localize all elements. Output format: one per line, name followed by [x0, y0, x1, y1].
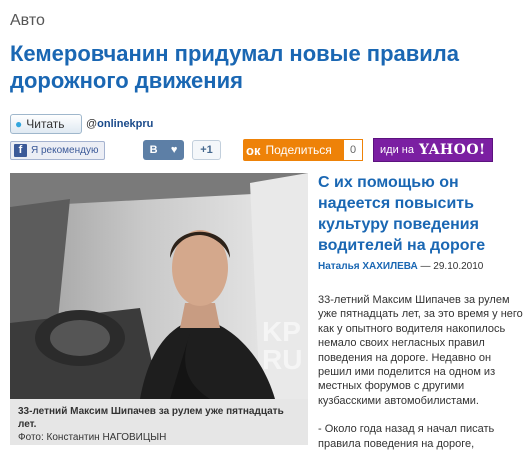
- twitter-handle[interactable]: @ onlinekpru: [86, 118, 153, 130]
- vk-icon: В: [149, 144, 158, 156]
- twitter-row: ● Читать @ onlinekpru: [10, 113, 153, 135]
- vk-like-count: +1: [192, 140, 221, 160]
- facebook-recommend-label: Я рекомендую: [31, 145, 99, 156]
- odnoklassniki-share-button[interactable]: ок Поделиться 0: [243, 139, 363, 161]
- photo-caption: 33-летний Максим Шипачев за рулем уже пя…: [10, 399, 308, 445]
- article-paragraph: - Около года назад я начал писать правил…: [318, 423, 495, 450]
- twitter-handle-name: onlinekpru: [97, 118, 154, 130]
- ok-share-main[interactable]: ок Поделиться: [243, 139, 343, 161]
- article-photo[interactable]: KP RU: [10, 173, 308, 399]
- twitter-handle-at: @: [86, 118, 98, 130]
- yahoo-share-button[interactable]: иди на YAHOO!: [373, 138, 493, 162]
- facebook-icon: f: [14, 144, 27, 157]
- twitter-follow-button[interactable]: ● Читать: [10, 114, 82, 134]
- article-subhead: С их помощью он надеется повысить культу…: [318, 174, 486, 254]
- ok-share-label: Поделиться: [265, 143, 332, 157]
- article-paragraph: 33-летний Максим Шипачев за рулем уже пя…: [318, 294, 523, 407]
- twitter-follow-label: Читать: [26, 117, 65, 131]
- kp-watermark: KP: [262, 316, 301, 347]
- svg-text:RU: RU: [262, 344, 302, 375]
- section-label[interactable]: Авто: [10, 12, 45, 30]
- article-body: 33-летний Максим Шипачев за рулем уже пя…: [318, 293, 523, 465]
- photo-credit: Фото: Константин НАГОВИЦЫН: [18, 432, 167, 443]
- vk-like-button[interactable]: В ♥: [143, 140, 184, 160]
- yahoo-logo: YAHOO!: [418, 142, 486, 158]
- odnoklassniki-icon: ок: [246, 142, 261, 158]
- author-link[interactable]: Наталья ХАХИЛЕВА: [318, 261, 418, 272]
- ok-share-count: 0: [343, 139, 363, 161]
- yahoo-prefix-label: иди на: [380, 144, 414, 156]
- photo-illustration: KP RU: [10, 173, 308, 399]
- article-headline: Кемеровчанин придумал новые правила доро…: [10, 41, 460, 93]
- publish-date: — 29.10.2010: [417, 261, 484, 272]
- heart-icon: ♥: [170, 144, 178, 156]
- twitter-bird-icon: ●: [15, 117, 23, 131]
- facebook-recommend-button[interactable]: f Я рекомендую: [10, 141, 105, 160]
- photo-caption-text: 33-летний Максим Шипачев за рулем уже пя…: [18, 406, 284, 430]
- byline: Наталья ХАХИЛЕВА — 29.10.2010: [318, 261, 483, 272]
